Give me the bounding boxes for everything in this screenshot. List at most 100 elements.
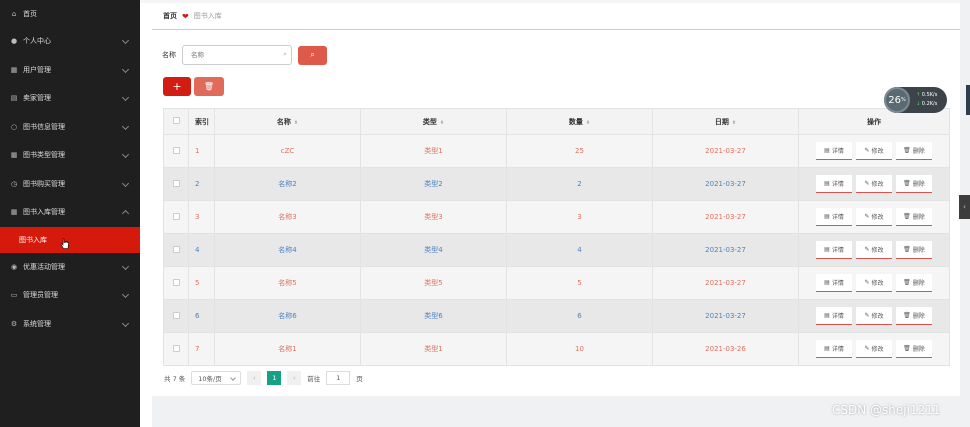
add-button[interactable]: + [163,77,191,96]
watermark: CSDN @sheji1211 [832,403,941,417]
breadcrumb-home[interactable]: 首页 [163,11,177,21]
row-checkbox[interactable] [172,146,180,154]
cell-quantity: 25 [506,134,653,168]
goto-page-value: 1 [336,374,341,382]
sidebar-item-seller-management[interactable]: ▤ 卖家管理 [0,84,140,113]
sidebar-item-label: 系统管理 [23,319,51,328]
header-date[interactable]: 日期 ⬍ [652,108,799,135]
edit-button[interactable]: ✎ 修改 [856,274,892,292]
sidebar-subitem-label: 图书入库 [19,235,47,244]
search-icon: ⌕ [310,50,315,59]
sidebar-item-system-management[interactable]: ⚙ 系统管理 [0,310,140,339]
search-button[interactable]: ⌕ [298,45,327,65]
sidebar-item-book-type[interactable]: ▦ 图书类型管理 [0,141,140,170]
delete-label: 删除 [912,280,925,287]
trash-icon: 🗑 [203,82,215,91]
upload-speed: ↑ 0.5K/s [916,91,937,100]
delete-button[interactable]: 🗑 删除 [896,307,932,325]
delete-button[interactable]: 🗑 删除 [896,208,932,226]
sidebar-item-personal-center[interactable]: ● 个人中心 [0,27,140,56]
row-checkbox[interactable] [172,179,180,187]
detail-button[interactable]: ▤ 详情 [816,274,852,292]
edit-button[interactable]: ✎ 修改 [856,241,892,259]
sidebar-item-book-stock[interactable]: ▦ 图书入库管理 [0,198,140,227]
cell-index: 6 [188,299,215,333]
mic-icon: ◉ [10,262,18,271]
edit-button[interactable]: ✎ 修改 [856,307,892,325]
cell-quantity: 2 [506,167,653,201]
delete-button[interactable]: 🗑 删除 [896,175,932,193]
chevron-down-icon [121,122,130,130]
sidebar-item-book-purchase[interactable]: ◷ 图书购买管理 [0,170,140,199]
delete-button[interactable]: 🗑 删除 [896,241,932,259]
network-stats: ↑ 0.5K/s ↓ 0.2K/s [916,91,937,109]
row-checkbox[interactable] [172,212,180,220]
table-body: 1 cZC 类型1 25 2021-03-27 ▤ 详情 ✎ 修改 🗑 删除 2 名称… [163,134,950,366]
sidebar-item-home[interactable]: ⌂ 首页 [0,0,140,27]
delete-button[interactable]: 🗑 删除 [896,274,932,292]
detail-button[interactable]: ▤ 详情 [816,340,852,358]
document-icon: ▤ [824,246,830,253]
hand-cursor-icon [60,238,69,249]
cell-ops: ▤ 详情 ✎ 修改 🗑 删除 [798,134,950,168]
detail-label: 详情 [831,148,844,155]
shop-icon: ▤ [10,94,18,103]
row-select-cell [163,299,189,333]
chevron-down-icon [121,319,130,327]
row-select-cell [163,266,189,300]
gear-icon: ⚙ [10,319,18,328]
edit-button[interactable]: ✎ 修改 [856,340,892,358]
row-checkbox[interactable] [172,311,180,319]
detail-button[interactable]: ▤ 详情 [816,241,852,259]
chevron-down-icon [121,151,130,159]
chevron-down-icon [121,291,130,299]
page-number-1[interactable]: 1 [267,371,282,385]
collapse-panel-button[interactable]: ‹ [959,195,970,219]
sidebar-item-user-management[interactable]: ▦ 用户管理 [0,56,140,85]
delete-button[interactable]: 🗑 删除 [896,142,932,160]
goto-page-input[interactable]: 1 [326,371,351,385]
sidebar-item-admin-management[interactable]: ▭ 管理员管理 [0,281,140,310]
chevron-down-icon [121,37,130,45]
sidebar-item-promotions[interactable]: ◉ 优惠活动管理 [0,253,140,282]
pager-total: 共 7 条 [164,375,186,383]
edit-button[interactable]: ✎ 修改 [856,208,892,226]
edit-button[interactable]: ✎ 修改 [856,142,892,160]
batch-delete-button[interactable]: 🗑 [194,77,224,96]
detail-button[interactable]: ▤ 详情 [816,307,852,325]
row-checkbox[interactable] [172,245,180,253]
header-quantity[interactable]: 数量 ⬍ [506,108,653,135]
page-size-select[interactable]: 10条/页 [191,371,242,385]
trash-icon: 🗑 [903,246,911,253]
pencil-icon: ✎ [864,246,870,253]
row-checkbox[interactable] [172,278,180,286]
header-name[interactable]: 名称 ⬍ [214,108,361,135]
prev-page-button[interactable]: ‹ [247,371,262,385]
sidebar-subitem-book-stock-in[interactable]: 图书入库 [0,226,140,253]
next-page-button[interactable]: › [287,371,302,385]
delete-button[interactable]: 🗑 删除 [896,340,932,358]
cell-name: 名称5 [214,266,361,300]
edit-label: 修改 [871,346,884,353]
select-all-checkbox[interactable] [172,117,180,124]
cell-date: 2021-03-27 [652,299,799,333]
cell-index: 5 [188,266,215,300]
cell-index: 1 [188,134,215,168]
cell-name: 名称2 [214,167,361,201]
sort-icon: ⬍ [439,119,445,126]
data-table: 索引 名称 ⬍ 类型 ⬍ 数量 ⬍ 日期 ⬍ 操作 1 cZC 类型1 25 2021-… [163,108,950,366]
sidebar-item-book-info[interactable]: ○ 图书信息管理 [0,113,140,142]
detail-button[interactable]: ▤ 详情 [816,142,852,160]
table-row: 3 名称3 类型3 3 2021-03-27 ▤ 详情 ✎ 修改 🗑 删除 [163,200,950,234]
cell-index: 4 [188,233,215,267]
search-input[interactable] [182,45,292,65]
edit-button[interactable]: ✎ 修改 [856,175,892,193]
user-icon: ● [10,37,18,46]
header-type[interactable]: 类型 ⬍ [360,108,507,135]
pencil-icon: ✎ [864,312,870,319]
detail-button[interactable]: ▤ 详情 [816,208,852,226]
detail-button[interactable]: ▤ 详情 [816,175,852,193]
network-speed-widget[interactable]: 26% ↑ 0.5K/s ↓ 0.2K/s [884,87,947,113]
cell-name: 名称1 [214,332,361,366]
row-checkbox[interactable] [172,344,180,352]
